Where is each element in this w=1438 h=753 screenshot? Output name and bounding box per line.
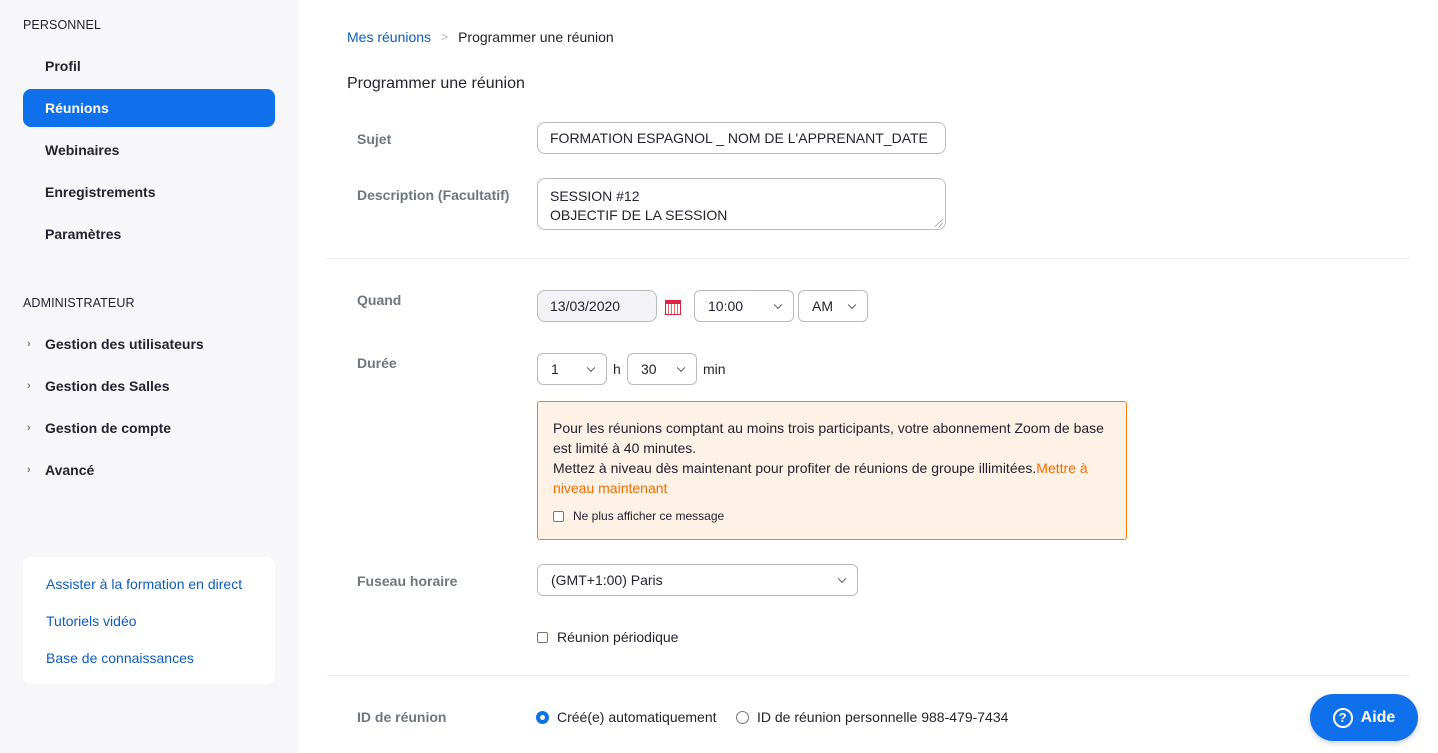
sidebar-item-label: Réunions [45,100,109,116]
date-input[interactable]: 13/03/2020 [537,290,657,322]
dont-show-again-checkbox[interactable] [553,510,564,522]
warning-text: Pour les réunions comptant au moins troi… [553,420,1104,436]
auto-id-radio[interactable] [536,710,549,724]
section-title-personal: PERSONNEL [23,18,102,32]
ampm-select[interactable]: AM [798,290,868,322]
calendar-icon[interactable] [665,300,681,315]
breadcrumb-separator: > [441,30,449,44]
subject-label: Sujet [357,131,392,147]
description-textarea[interactable]: SESSION #12 OBJECTIF DE LA SESSION [537,178,946,230]
date-value: 13/03/2020 [550,298,621,314]
sidebar-item-webinars[interactable]: Webinaires [23,131,275,169]
recurring-meeting-row[interactable]: Réunion périodique [537,629,678,645]
sidebar-item-settings[interactable]: Paramètres [23,215,275,253]
chevron-right-icon: › [27,464,31,476]
upgrade-warning-box: Pour les réunions comptant au moins troi… [537,401,1127,540]
upgrade-now-link[interactable]: Mettre à [1036,460,1087,476]
chevron-right-icon: › [27,338,31,350]
meeting-id-label: ID de réunion [357,709,447,725]
sidebar-item-label: Webinaires [45,142,120,158]
auto-id-option[interactable]: Créé(e) automatiquement [536,709,717,725]
help-button-label: Aide [1360,708,1396,726]
personal-id-option[interactable]: ID de réunion personnelle 988-479-7434 [736,709,1008,725]
sidebar-item-account-management[interactable]: › Gestion de compte [23,410,275,446]
page-title: Programmer une réunion [347,75,525,92]
subject-input[interactable]: FORMATION ESPAGNOL _ NOM DE L'APPRENANT_… [537,122,946,154]
sidebar-item-meetings[interactable]: Réunions [23,89,275,127]
timezone-value: (GMT+1:00) Paris [551,572,663,588]
minutes-value: 30 [641,361,657,377]
section-title-admin: ADMINISTRATEUR [23,296,135,310]
divider [327,675,1410,676]
chevron-down-icon [837,574,847,584]
duration-label: Durée [357,355,397,371]
help-button[interactable]: ? Aide [1310,694,1418,741]
warning-text: est limité à 40 minutes. [553,440,697,456]
chevron-down-icon [847,300,857,310]
breadcrumb-current: Programmer une réunion [458,29,614,45]
auto-id-label: Créé(e) automatiquement [557,709,717,725]
dont-show-again-row[interactable]: Ne plus afficher ce message [553,506,724,526]
when-label: Quand [357,292,402,308]
description-line: OBJECTIF DE LA SESSION [550,207,728,223]
sidebar-item-user-management[interactable]: › Gestion des utilisateurs [23,326,275,362]
chevron-down-icon [773,300,783,310]
personal-id-radio[interactable] [736,710,749,724]
sidebar-item-label: Enregistrements [45,184,156,200]
subject-value: FORMATION ESPAGNOL _ NOM DE L'APPRENANT_… [550,130,928,146]
ampm-value: AM [812,298,833,314]
sidebar: PERSONNEL Profil Réunions Webinaires Enr… [0,0,299,753]
duration-hours-select[interactable]: 1 [537,353,607,385]
sidebar-item-room-management[interactable]: › Gestion des Salles [23,368,275,404]
link-live-training[interactable]: Assister à la formation en direct [46,576,242,592]
help-links-card: Assister à la formation en direct Tutori… [23,557,275,684]
link-video-tutorials[interactable]: Tutoriels vidéo [46,613,137,629]
chevron-down-icon [586,363,596,373]
sidebar-item-recordings[interactable]: Enregistrements [23,173,275,211]
recurring-meeting-label: Réunion périodique [557,629,679,645]
question-mark-icon: ? [1332,707,1353,728]
duration-minutes-select[interactable]: 30 [627,353,697,385]
chevron-down-icon [676,363,686,373]
divider [327,258,1410,259]
breadcrumb: Mes réunions > Programmer une réunion [347,29,614,45]
main-content: Mes réunions > Programmer une réunion Pr… [299,0,1438,753]
warning-text: Mettez à niveau dès maintenant pour prof… [553,460,1037,476]
resize-grip-icon[interactable] [935,219,943,227]
dont-show-again-label: Ne plus afficher ce message [573,509,725,523]
sidebar-item-profile[interactable]: Profil [23,47,275,85]
minutes-unit: min [703,361,726,377]
description-line: SESSION #12 [550,188,640,204]
time-value: 10:00 [708,298,744,314]
sidebar-item-label: Gestion de compte [45,420,172,436]
sidebar-item-advanced[interactable]: › Avancé [23,452,275,488]
hours-value: 1 [551,361,559,377]
sidebar-item-label: Gestion des utilisateurs [45,336,204,352]
sidebar-item-label: Avancé [45,462,95,478]
chevron-right-icon: › [27,380,31,392]
recurring-meeting-checkbox[interactable] [537,631,548,643]
timezone-select[interactable]: (GMT+1:00) Paris [537,564,858,596]
link-knowledge-base[interactable]: Base de connaissances [46,650,194,666]
sidebar-item-label: Profil [45,58,81,74]
time-select[interactable]: 10:00 [694,290,794,322]
timezone-label: Fuseau horaire [357,573,458,589]
hours-unit: h [613,361,621,377]
description-label: Description (Facultatif) [357,187,510,203]
personal-id-label: ID de réunion personnelle 988-479-7434 [757,709,1009,725]
upgrade-now-link[interactable]: niveau maintenant [553,480,667,496]
sidebar-item-label: Gestion des Salles [45,378,170,394]
sidebar-item-label: Paramètres [45,226,122,242]
breadcrumb-my-meetings[interactable]: Mes réunions [347,29,431,45]
chevron-right-icon: › [27,422,31,434]
